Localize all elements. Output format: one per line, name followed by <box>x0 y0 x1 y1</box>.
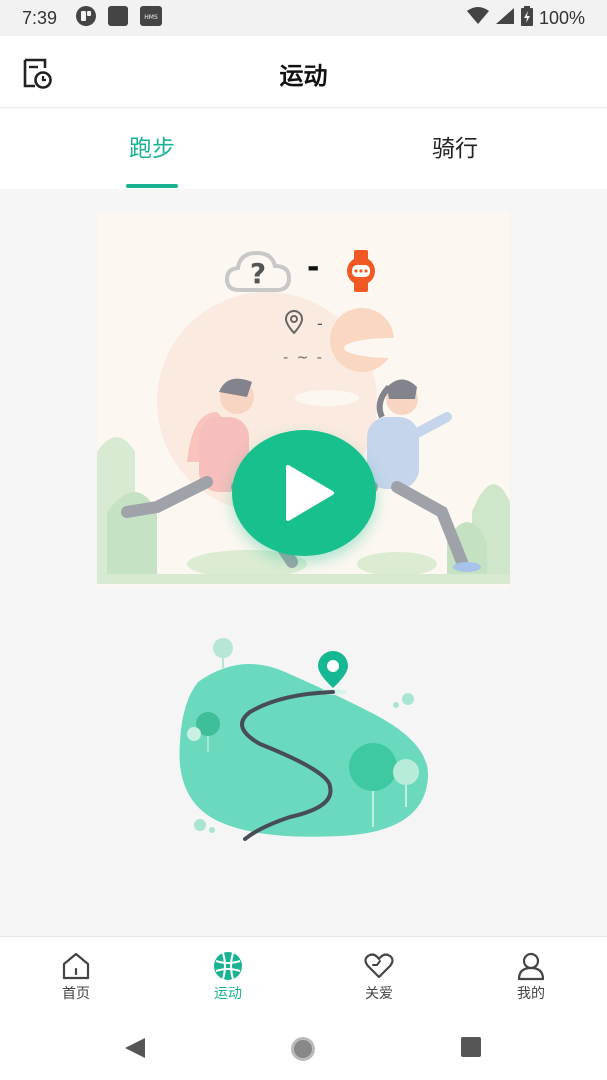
nav-mine[interactable]: 我的 <box>471 937 591 1021</box>
recents-square-icon[interactable] <box>460 1036 482 1062</box>
nav-care-label: 关爱 <box>365 986 393 1002</box>
page-title: 运动 <box>279 62 328 90</box>
active-tab-indicator <box>126 184 178 188</box>
temperature-value: - <box>307 250 320 285</box>
tab-running[interactable]: 跑步 <box>52 109 252 189</box>
home-icon <box>61 951 91 981</box>
location-text: - <box>317 314 323 333</box>
location-row: - <box>97 310 510 336</box>
sport-ball-icon <box>213 951 243 981</box>
start-run-button[interactable] <box>232 430 376 556</box>
hms-label: HMS <box>144 14 158 21</box>
nav-sport-label: 运动 <box>214 986 242 1002</box>
nav-home-label: 首页 <box>62 986 90 1002</box>
hms-icon: HMS <box>139 5 163 31</box>
app-notification-icon <box>75 5 97 31</box>
back-triangle-icon[interactable] <box>123 1036 147 1064</box>
temperature-range: - ~ - <box>283 350 324 366</box>
home-circle-icon[interactable] <box>290 1036 316 1066</box>
svg-text:?: ? <box>250 257 266 290</box>
status-time: 7:39 <box>22 7 58 28</box>
running-hero-card: ? - - - ~ - <box>97 212 510 588</box>
sport-tabs: 跑步 骑行 <box>0 109 607 189</box>
app-bar: 运动 <box>0 36 607 108</box>
nav-care[interactable]: 关爱 <box>319 937 439 1021</box>
nav-sport[interactable]: 运动 <box>168 937 288 1021</box>
bottom-navigation: 首页 运动 关爱 我的 <box>0 936 607 1020</box>
status-bar: 7:39 HMS 100% <box>0 0 607 36</box>
unknown-weather-cloud-icon: ? <box>224 248 292 298</box>
battery-percentage: 100% <box>538 7 585 28</box>
watch-icon[interactable] <box>344 248 378 298</box>
system-navigation-bar <box>0 1020 607 1080</box>
user-icon <box>516 951 546 981</box>
location-pin-icon <box>284 310 304 338</box>
nav-home[interactable]: 首页 <box>16 937 136 1021</box>
signal-icon <box>495 7 515 29</box>
wifi-icon <box>466 7 489 29</box>
battery-icon <box>520 6 533 30</box>
play-icon <box>284 464 336 526</box>
nav-mine-label: 我的 <box>517 986 545 1002</box>
route-illustration <box>179 638 429 841</box>
tab-cycling[interactable]: 骑行 <box>355 109 555 189</box>
weather-row: ? - <box>97 248 510 294</box>
square-notification-icon <box>107 5 129 31</box>
heart-icon <box>364 951 394 981</box>
